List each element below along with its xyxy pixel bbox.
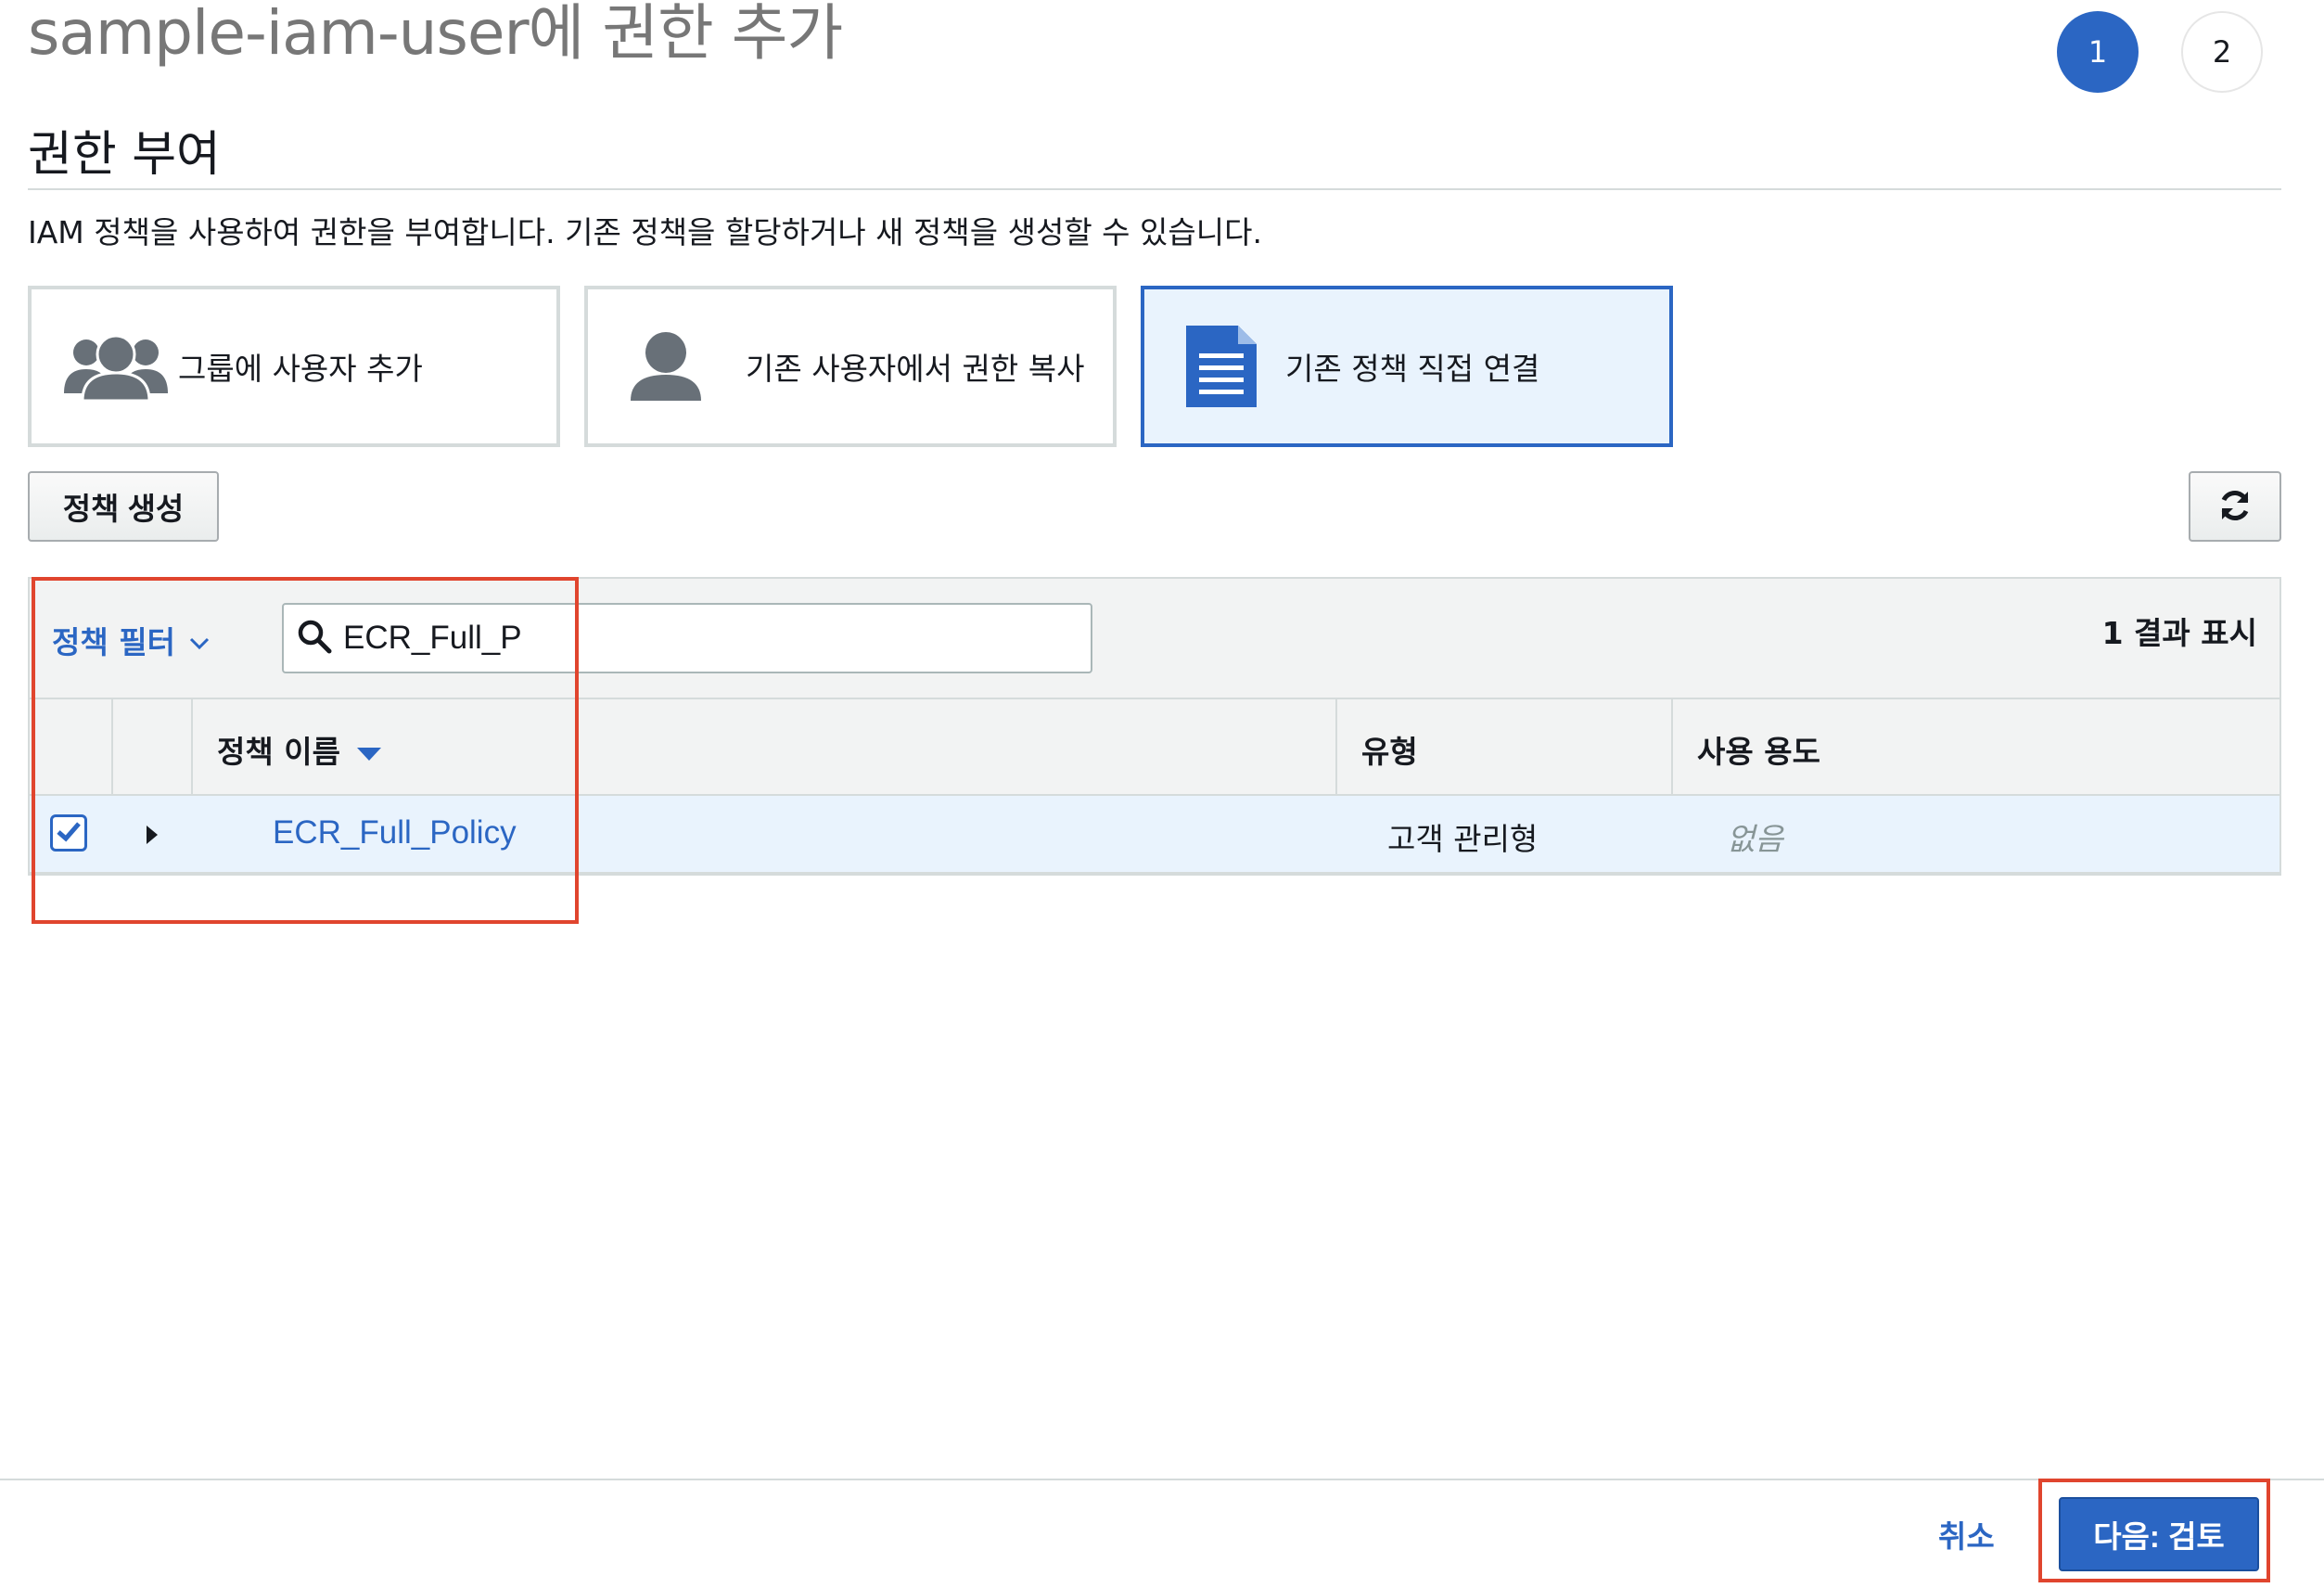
step-2-indicator[interactable]: 2 [2181, 11, 2263, 93]
cancel-link[interactable]: 취소 [1938, 1512, 1995, 1556]
expand-caret-icon[interactable] [147, 826, 158, 844]
section-description: IAM 정책을 사용하여 권한을 부여합니다. 기존 정책을 할당하거나 새 정… [28, 214, 1262, 250]
column-header-policy-name[interactable]: 정책 이름 [217, 727, 381, 772]
column-label: 정책 이름 [217, 734, 340, 770]
search-input[interactable] [343, 620, 1066, 657]
footer-divider [0, 1479, 2324, 1480]
option-copy-from-user[interactable]: 기존 사용자에서 권한 복사 [584, 286, 1117, 447]
table-row[interactable]: ECR_Full_Policy 고객 관리형 없음 [30, 796, 2279, 874]
chevron-down-icon [188, 622, 211, 659]
option-label: 그룹에 사용자 추가 [178, 351, 423, 387]
result-count: 1 결과 표시 [2101, 615, 2257, 651]
column-separator [1671, 699, 1673, 794]
step-1-indicator[interactable]: 1 [2057, 11, 2139, 93]
option-add-to-group[interactable]: 그룹에 사용자 추가 [28, 286, 560, 447]
create-policy-button[interactable]: 정책 생성 [28, 471, 219, 542]
policy-type: 고객 관리형 [1387, 821, 1539, 857]
next-review-button[interactable]: 다음: 검토 [2059, 1497, 2259, 1571]
option-label: 기존 정책 직접 연결 [1285, 351, 1540, 387]
policy-table: 정책 필터 1 결과 표시 정책 이름 유형 [28, 577, 2281, 876]
table-header-row: 정책 이름 유형 사용 용도 [30, 699, 2279, 796]
refresh-button[interactable] [2189, 471, 2281, 542]
checkmark-icon [56, 820, 82, 846]
refresh-icon [2217, 488, 2253, 526]
option-attach-policy[interactable]: 기존 정책 직접 연결 [1141, 286, 1673, 447]
document-icon [1185, 326, 1258, 407]
column-separator [1335, 699, 1337, 794]
user-icon [629, 332, 703, 401]
policy-name-link[interactable]: ECR_Full_Policy [273, 814, 517, 852]
sort-desc-icon [356, 732, 381, 768]
column-header-usage[interactable]: 사용 용도 [1697, 727, 1820, 772]
search-box[interactable] [282, 603, 1092, 673]
filter-bar: 정책 필터 1 결과 표시 [30, 579, 2279, 699]
filter-label: 정책 필터 [52, 624, 175, 660]
option-label: 기존 사용자에서 권한 복사 [746, 351, 1085, 387]
policy-filter-dropdown[interactable]: 정책 필터 [52, 618, 211, 662]
column-separator [191, 699, 193, 794]
search-icon [297, 619, 332, 658]
page-title: sample-iam-user에 권한 추가 [28, 0, 843, 69]
section-title: 권한 부여 [28, 127, 221, 183]
policy-usage: 없음 [1727, 821, 1783, 857]
column-header-type[interactable]: 유형 [1361, 727, 1418, 772]
row-checkbox[interactable] [50, 814, 87, 852]
section-divider [28, 188, 2281, 190]
group-icon [61, 332, 171, 401]
column-separator [111, 699, 113, 794]
